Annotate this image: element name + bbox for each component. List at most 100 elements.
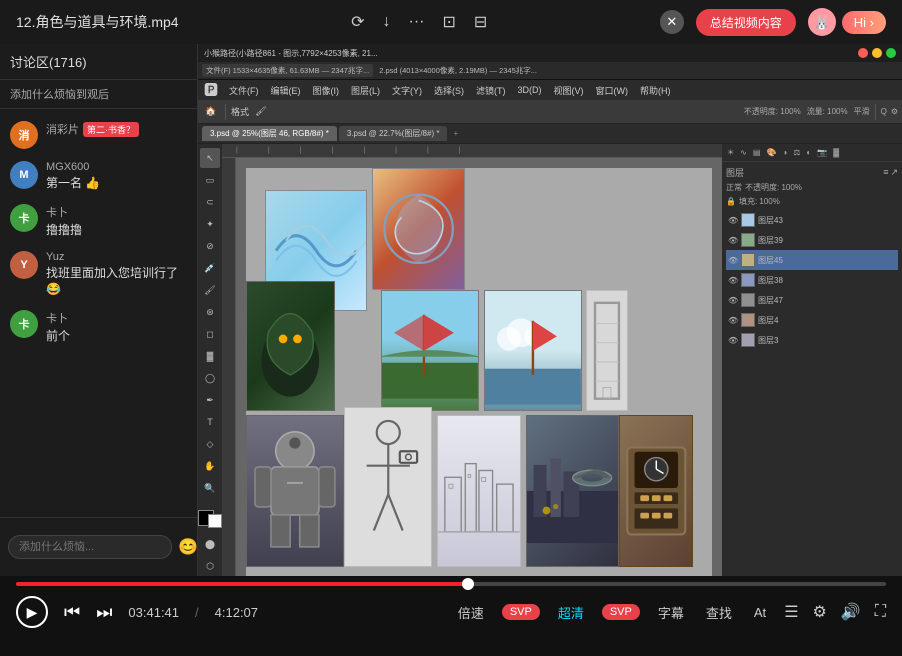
ps-menu-image[interactable]: 图像(I) bbox=[308, 82, 345, 99]
close-button[interactable]: ✕ bbox=[660, 10, 684, 34]
ps-menubar: 🅿 文件(F) 编辑(E) 图像(I) 图层(L) 文字(Y) 选择(S) 滤镜… bbox=[198, 80, 902, 100]
adj-curves[interactable]: ∿ bbox=[738, 147, 749, 158]
video-area: 小猴路径(小路径861 - 图示,7792×4253像素, 21... 文件(F… bbox=[198, 44, 902, 576]
ps-tool-lasso[interactable]: ⊂ bbox=[200, 192, 220, 212]
svp-badge-2[interactable]: SVP bbox=[602, 604, 640, 620]
ps-menu-filter[interactable]: 滤镜(T) bbox=[471, 82, 511, 99]
more-icon[interactable]: ··· bbox=[408, 13, 424, 31]
adj-brightness[interactable]: ☀ bbox=[725, 147, 736, 158]
ps-layer-row[interactable]: 👁 图层45 bbox=[726, 250, 898, 270]
maximize-dot[interactable] bbox=[886, 48, 896, 58]
list-button[interactable]: ☰ bbox=[784, 602, 798, 622]
file-item2[interactable]: 2.psd (4013×4000像素, 2.19MB) — 2345兆字... bbox=[375, 64, 541, 77]
ps-layer-row[interactable]: 👁 图层3 bbox=[726, 330, 898, 350]
ps-brush-btn[interactable]: 🖌 bbox=[252, 103, 270, 121]
adj-saturation[interactable]: ◑ bbox=[780, 147, 789, 158]
ps-tool-shape[interactable]: ◇ bbox=[200, 434, 220, 454]
adj-photo[interactable]: 📷 bbox=[815, 147, 829, 158]
minimize-icon[interactable]: ⊟ bbox=[474, 12, 487, 32]
ps-layer-visibility[interactable]: 👁 bbox=[728, 316, 738, 325]
ps-menu-file[interactable]: 文件(F) bbox=[224, 82, 264, 99]
comments-title: 讨论区(1716) bbox=[10, 52, 87, 71]
ps-canvas-content[interactable] bbox=[236, 158, 722, 576]
ps-layer-visibility[interactable]: 👁 bbox=[728, 336, 738, 345]
ps-menu-select[interactable]: 选择(S) bbox=[429, 82, 469, 99]
hi-button[interactable]: Hi › bbox=[842, 11, 886, 34]
ps-tool-rect[interactable]: ▭ bbox=[200, 170, 220, 190]
background-swatch[interactable] bbox=[208, 514, 222, 528]
ps-tab-2[interactable]: 3.psd @ 22.7%(图层/8#) * bbox=[339, 126, 448, 141]
search-button[interactable]: 查找 bbox=[702, 601, 736, 624]
ps-layer-visibility[interactable]: 👁 bbox=[728, 216, 738, 225]
ps-layer-visibility[interactable]: 👁 bbox=[728, 256, 738, 265]
ps-layer-visibility[interactable]: 👁 bbox=[728, 276, 738, 285]
close-dot[interactable] bbox=[858, 48, 868, 58]
ps-tool-extra2[interactable]: ⚙ bbox=[891, 107, 898, 116]
summary-button[interactable]: 总结视频内容 bbox=[696, 9, 796, 36]
adj-blackwhite[interactable]: ◐ bbox=[804, 147, 813, 158]
ps-tool-text[interactable]: T bbox=[200, 412, 220, 432]
ps-tool-dodge[interactable]: ◯ bbox=[200, 368, 220, 388]
ps-tool-hand[interactable]: ✋ bbox=[200, 456, 220, 476]
ps-layer-row[interactable]: 👁 图层4 bbox=[726, 310, 898, 330]
ps-panel-menu[interactable]: ≡ bbox=[883, 167, 888, 178]
speed-button[interactable]: 倍速 bbox=[454, 601, 488, 624]
at-button[interactable]: At bbox=[750, 603, 770, 622]
avatar: 🐰 bbox=[808, 8, 836, 36]
ps-menu-edit[interactable]: 编辑(E) bbox=[266, 82, 306, 99]
ps-tool-move[interactable]: ↖ bbox=[200, 148, 220, 168]
ps-layer-visibility[interactable]: 👁 bbox=[728, 296, 738, 305]
ps-menu-layer[interactable]: 图层(L) bbox=[346, 82, 385, 99]
super-quality-button[interactable]: 超清 bbox=[554, 601, 588, 624]
ps-tool-brush[interactable]: 🖌 bbox=[200, 280, 220, 300]
svp-badge-1[interactable]: SVP bbox=[502, 604, 540, 620]
comment-input[interactable] bbox=[8, 535, 172, 559]
adj-gradient[interactable]: ▓ bbox=[831, 147, 841, 158]
ps-tool-magic[interactable]: ✦ bbox=[200, 214, 220, 234]
ps-tool-mask[interactable]: ⬤ bbox=[200, 534, 220, 554]
ps-panel-expand[interactable]: ↗ bbox=[890, 167, 898, 178]
ps-tool-pen[interactable]: ✒ bbox=[200, 390, 220, 410]
file-item[interactable]: 文件(F) 1533×4635像素, 61.63MB — 2347兆字... bbox=[202, 64, 373, 77]
download-icon[interactable]: ↓ bbox=[382, 13, 390, 31]
ps-tab-1[interactable]: 3.psd @ 25%(图层 46, RGB/8#) * bbox=[202, 126, 337, 141]
ps-tool-quickmask[interactable]: ⬡ bbox=[200, 556, 220, 576]
ps-tool-eyedropper[interactable]: 💉 bbox=[200, 258, 220, 278]
ps-tab-add[interactable]: + bbox=[453, 129, 458, 138]
settings-button[interactable]: ⚙ bbox=[813, 602, 827, 622]
total-time: 4:12:07 bbox=[215, 605, 258, 620]
minimize-dot[interactable] bbox=[872, 48, 882, 58]
ps-layer-row[interactable]: 👁 图层38 bbox=[726, 270, 898, 290]
adj-colorbalance[interactable]: ⚖ bbox=[791, 147, 802, 158]
progress-bar[interactable] bbox=[16, 582, 886, 586]
ps-menu-help[interactable]: 帮助(H) bbox=[635, 82, 676, 99]
ps-menu-window[interactable]: 窗口(W) bbox=[591, 82, 634, 99]
ps-layer-row[interactable]: 👁 图层47 bbox=[726, 290, 898, 310]
fullscreen-button[interactable]: ⛶ bbox=[875, 603, 886, 621]
emoji-button[interactable]: 😊 bbox=[178, 537, 198, 557]
volume-button[interactable]: 🔊 bbox=[841, 602, 861, 622]
ps-tool-zoom[interactable]: 🔍 bbox=[200, 478, 220, 498]
ps-format-btn[interactable]: 格式 bbox=[231, 103, 249, 121]
pip-icon[interactable]: ⊡ bbox=[442, 12, 455, 32]
ps-layer-row[interactable]: 👁 图层39 bbox=[726, 230, 898, 250]
ps-tool-extra1[interactable]: Q bbox=[881, 107, 887, 116]
ps-tool-crop[interactable]: ⊘ bbox=[200, 236, 220, 256]
subtitle-button[interactable]: 字幕 bbox=[654, 601, 688, 624]
ps-tool-clone[interactable]: ⊛ bbox=[200, 302, 220, 322]
next-button[interactable]: ⏭ bbox=[96, 602, 112, 623]
art-figure-svg bbox=[345, 408, 432, 567]
play-button[interactable]: ▶ bbox=[16, 596, 48, 628]
prev-button[interactable]: ⏮ bbox=[64, 602, 80, 623]
share-icon[interactable]: ⟳ bbox=[351, 12, 364, 32]
ps-tool-eraser[interactable]: ◻ bbox=[200, 324, 220, 344]
ps-menu-3d[interactable]: 3D(D) bbox=[513, 83, 547, 97]
ps-layer-row[interactable]: 👁 图层43 bbox=[726, 210, 898, 230]
adj-hue[interactable]: 🎨 bbox=[764, 147, 778, 158]
ps-menu-text[interactable]: 文字(Y) bbox=[387, 82, 427, 99]
ps-tool-gradient[interactable]: ▓ bbox=[200, 346, 220, 366]
ps-tool-nav[interactable]: 🏠 bbox=[202, 103, 220, 121]
ps-layer-visibility[interactable]: 👁 bbox=[728, 236, 738, 245]
ps-menu-view[interactable]: 视图(V) bbox=[549, 82, 589, 99]
adj-levels[interactable]: ▤ bbox=[751, 147, 763, 158]
